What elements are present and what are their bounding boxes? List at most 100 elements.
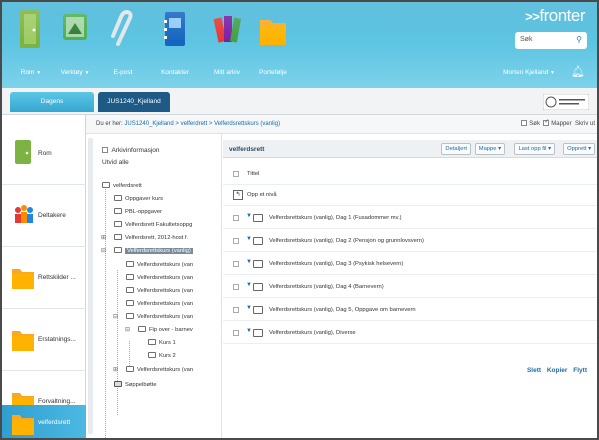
folder-icon [114,195,122,201]
tab-dagens[interactable]: Dagens [10,92,94,112]
fronter-window: Rom ▼ Verktøy ▼ E-post Kontakter Mitt ar… [0,0,599,440]
room-erstatning[interactable]: Erstatnings... [2,309,86,371]
scrollbar[interactable] [88,138,93,434]
move-link[interactable]: Flytt [573,367,587,374]
app-mitt-arkiv[interactable]: Mitt arkiv [202,8,252,76]
tree-node[interactable]: Flp over - barnev [138,325,193,335]
tree-node[interactable]: velferdsrett [102,181,142,191]
search-checkbox[interactable] [521,120,528,126]
app-verktoy-label: Verktøy [60,69,83,76]
folder-icon [114,234,122,240]
expand-toggle[interactable]: ⊞ [113,366,118,373]
page-title: velferdsrett [229,146,265,153]
folder-icon [12,331,34,351]
user-name: Morten Kjelland [503,69,549,76]
expand-all-link[interactable]: Utvid alle [102,159,129,166]
row-checkbox[interactable] [233,261,239,267]
app-verktoy[interactable]: Verktøy ▼ [50,8,100,76]
print-link[interactable]: Skriv ut [575,121,595,127]
breadcrumb-path[interactable]: JUS1240_Kjelland > velferdrett > Velferd… [124,121,280,127]
folder-icon [253,214,263,222]
row-menu-icon[interactable]: ▼ [246,259,252,265]
room-label: Forvaltning... [38,398,76,405]
tree-node[interactable]: Velferdsrettskurs (van [126,273,193,283]
column-title[interactable]: Tittel [247,171,259,177]
row-menu-icon[interactable]: ▼ [246,305,252,311]
row-menu-icon[interactable]: ▼ [246,328,252,334]
table-row[interactable]: ▼ Velferdsrettskurs (vanlig), Dag 1 (Fus… [223,208,597,229]
collapse-toggle[interactable]: ⊟ [125,326,130,333]
folder-icon [253,260,263,268]
tree-node[interactable]: Velferdsrettskurs (van [126,365,193,375]
table-row[interactable]: ▼ Velferdsrettskurs (vanlig), Diverse [223,323,597,344]
folder-icon [126,261,134,267]
search-input[interactable]: Søk ⚲ [515,32,587,49]
room-rom[interactable]: Rom [2,123,86,185]
row-checkbox[interactable] [233,330,239,336]
room-velferdsrett[interactable]: velferdsrett [2,405,86,438]
app-portefolje[interactable]: Portefølje [248,8,298,76]
tree-node[interactable]: Velferdsrett Fakultetsoppg [114,220,192,230]
copy-link[interactable]: Kopier [547,367,568,374]
folder-menu-button[interactable]: Mappe ▾ [474,143,505,155]
table-row[interactable]: ▼ Velferdsrettskurs (vanlig), Dag 3 (Psy… [223,254,597,275]
room-label: Rom [38,150,52,157]
room-deltakere[interactable]: Deltakere [2,185,86,247]
delete-link[interactable]: Slett [527,367,541,374]
folder-icon [148,339,156,345]
expand-toggle[interactable]: ⊞ [101,234,106,241]
tree-node[interactable]: Kurs 1 [148,338,176,348]
tree-node[interactable]: Velferdsrettskurs (van [126,286,193,296]
app-kontakter[interactable]: Kontakter [150,8,200,76]
user-menu[interactable]: Morten Kjelland ▼ [503,69,555,76]
select-all-checkbox[interactable] [233,171,239,177]
tree-node[interactable]: Velferdsrettskurs (van [126,299,193,309]
row-menu-icon[interactable]: ▼ [246,236,252,242]
create-menu-button[interactable]: Opprett ▾ [563,143,595,155]
detailed-view-button[interactable]: Detaljert [441,143,471,155]
content-header: velferdsrett Detaljert Mappe ▾ Last opp … [223,140,597,158]
table-row[interactable]: ▼ Velferdsrettskurs (vanlig), Dag 5, Opp… [223,300,597,321]
folder-icon [126,313,134,319]
tree-node[interactable]: Kurs 2 [148,351,176,361]
app-rom-label: Rom [20,69,35,76]
room-label: Rettskilder ... [38,274,76,281]
room-label: Deltakere [38,212,66,219]
row-menu-icon[interactable]: ▼ [246,213,252,219]
row-menu-icon[interactable]: ▼ [246,282,252,288]
row-checkbox[interactable] [233,284,239,290]
row-checkbox[interactable] [233,238,239,244]
table-row[interactable]: ▼ Velferdsrettskurs (vanlig), Dag 2 (Pen… [223,231,597,252]
row-actions: Slett Kopier Flytt [523,367,587,374]
folder-icon [260,20,286,45]
archive-info-link[interactable]: Arkivinformasjon [102,147,160,154]
bell-icon[interactable]: 🔔︎ [571,65,585,78]
collapse-toggle[interactable]: ⊟ [101,247,106,254]
room-rettskilder[interactable]: Rettskilder ... [2,247,86,309]
tree-node[interactable]: Velferdsrettskurs (van [126,312,193,322]
folder-tree: Arkivinformasjon Utvid alle velferdsrett… [86,134,222,438]
up-one-level-row[interactable]: ↰ Opp et nivå [223,185,597,206]
app-epost[interactable]: E-post [98,8,148,76]
search-icon[interactable]: ⚲ [576,35,582,44]
tree-node[interactable]: PBL-oppgaver [114,207,162,217]
table-row[interactable]: ▼ Velferdsrettskurs (vanlig), Dag 4 (Bar… [223,277,597,298]
trash-node[interactable]: Søppelbøtte [114,380,157,390]
tree-node[interactable]: Velferdsrettskurs (van [126,260,193,270]
tab-course[interactable]: JUS1240_Kjelland [98,92,170,112]
app-rom[interactable]: Rom ▼ [6,8,56,76]
folders-checkbox[interactable] [543,118,549,126]
folder-icon [114,208,122,214]
collapse-toggle[interactable]: ⊟ [113,313,118,320]
row-checkbox[interactable] [233,215,239,221]
tree-node-selected[interactable]: Velferdsrettskurs (vanlig) [114,246,193,256]
folder-icon [148,352,156,358]
tools-icon [63,14,87,40]
row-checkbox[interactable] [233,307,239,313]
tree-node[interactable]: Oppgaver kurs [114,194,163,204]
breadcrumb-bar: Du er her: JUS1240_Kjelland > velferdret… [86,115,597,134]
room-label: Erstatnings... [38,336,76,343]
upload-menu-button[interactable]: Last opp fil ▾ [514,143,555,155]
tree-node[interactable]: Velferdsrett, 2012-host f. [114,233,188,243]
folder-icon [126,366,134,372]
